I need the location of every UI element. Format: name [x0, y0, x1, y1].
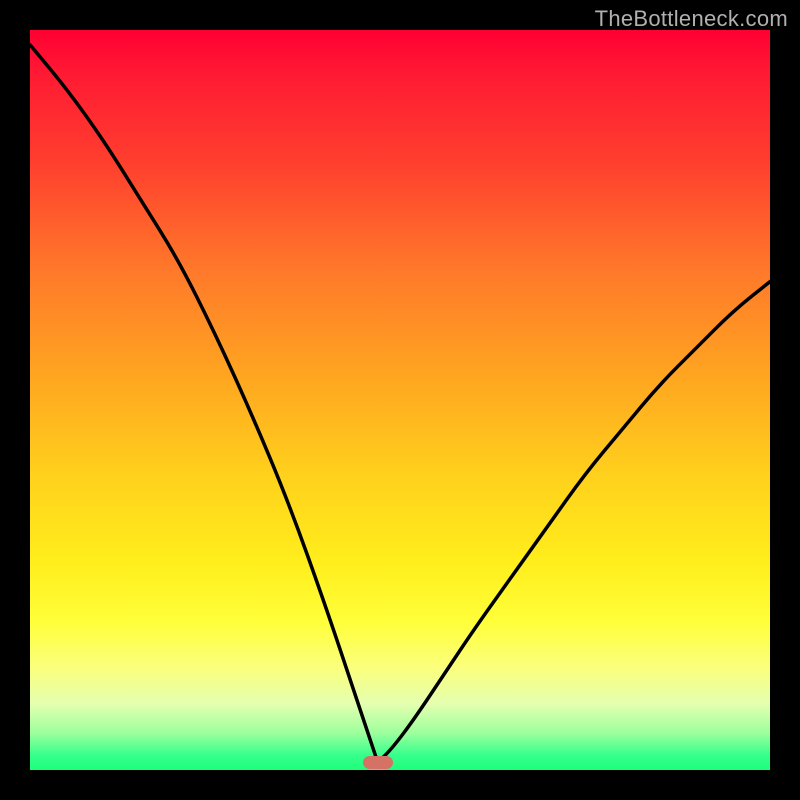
plot-area [30, 30, 770, 770]
min-marker [363, 756, 393, 769]
curve-right [378, 282, 770, 763]
curve-svg [30, 30, 770, 770]
watermark-text: TheBottleneck.com [595, 6, 788, 32]
curve-left [30, 45, 378, 763]
chart-frame: TheBottleneck.com [0, 0, 800, 800]
